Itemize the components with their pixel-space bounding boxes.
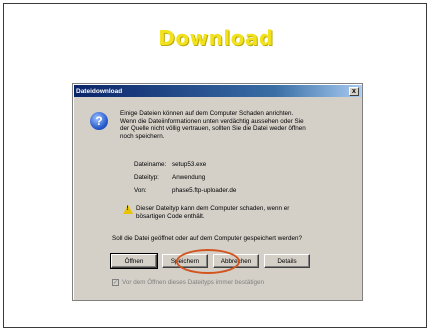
intro-line: Einige Dateien können auf dem Computer S… [120, 110, 294, 117]
warning-line: bösartigen Code enthält. [136, 212, 205, 220]
info-value: phase5.ftp-uploader.de [172, 187, 237, 194]
info-label: Dateiname: [134, 161, 167, 168]
warning-icon: ! [123, 205, 133, 214]
intro-line: Wenn die Dateiinformationen unten verdäc… [120, 117, 304, 125]
details-button[interactable]: Details [264, 254, 310, 268]
info-value: Anwendung [172, 174, 206, 181]
info-row-source: Von: phase5.ftp-uploader.de [134, 184, 236, 197]
close-button[interactable]: x [349, 86, 359, 96]
intro-line: der Quelle nicht völlig vertrauen, sollt… [120, 125, 306, 133]
slide-title: Download [158, 26, 274, 50]
info-value: setup53.exe [172, 161, 207, 168]
dialog-titlebar: Dateidownload x [74, 85, 361, 97]
info-row-filename: Dateiname: setup53.exe [134, 158, 236, 171]
warning-text: Dieser Dateityp kann dem Computer schade… [136, 205, 336, 220]
file-download-dialog: Dateidownload x ? Einige Dateien können … [72, 83, 363, 301]
close-icon: x [352, 87, 356, 95]
open-button[interactable]: Öffnen [110, 253, 158, 269]
info-label: Dateityp: [134, 174, 159, 181]
cancel-button[interactable]: Abbrechen [213, 254, 259, 268]
save-button[interactable]: Speichern [162, 254, 208, 268]
warning-glyph: ! [126, 206, 129, 212]
warning-line: Dieser Dateityp kann dem Computer schade… [136, 205, 290, 212]
button-row: Öffnen Speichern Abbrechen Details [110, 253, 310, 269]
question-text: Soll die Datei geöffnet oder auf dem Com… [112, 235, 302, 242]
question-icon: ? [90, 112, 108, 130]
info-row-filetype: Dateityp: Anwendung [134, 171, 236, 184]
always-confirm-checkbox[interactable]: ✓ [112, 279, 119, 286]
always-confirm-row: ✓ Vor dem Öffnen dieses Dateityps immer … [112, 279, 264, 286]
file-info: Dateiname: setup53.exe Dateityp: Anwendu… [134, 158, 236, 197]
intro-line: noch speichern. [120, 132, 165, 140]
dialog-title: Dateidownload [76, 87, 123, 95]
always-confirm-label: Vor dem Öffnen dieses Dateityps immer be… [122, 279, 264, 286]
info-label: Von: [134, 187, 147, 194]
intro-text: Einige Dateien können auf dem Computer S… [120, 110, 358, 140]
